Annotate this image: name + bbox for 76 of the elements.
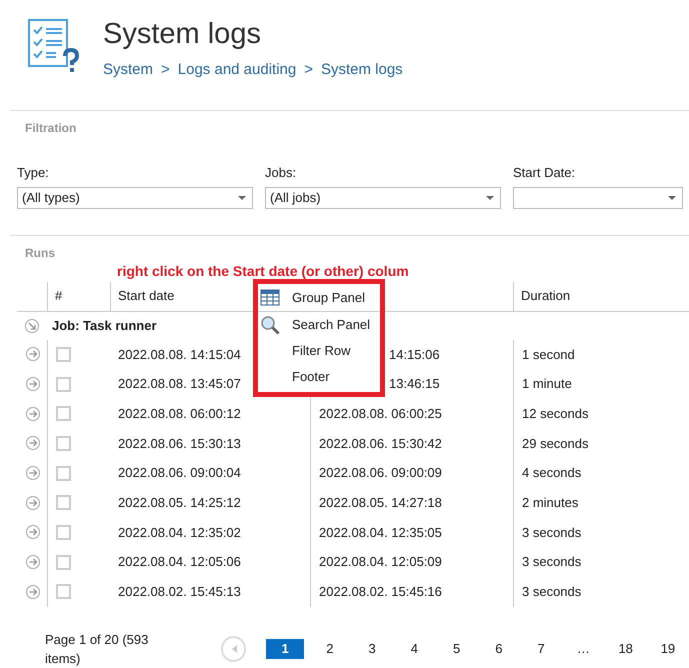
table-cell-text: 2022.08.05. 14:27:18	[319, 494, 442, 512]
checkbox[interactable]	[56, 376, 71, 392]
checklist-help-icon	[27, 18, 81, 74]
menu-item[interactable]: Footer	[258, 364, 380, 390]
checkbox[interactable]	[56, 554, 71, 570]
table-cell-text: 2022.08.05. 14:25:12	[118, 494, 241, 512]
menu-item[interactable]: Filter Row	[258, 338, 380, 364]
annotation-text: right click on the Start date (or other) colum	[116, 262, 410, 281]
checkbox[interactable]	[56, 346, 71, 362]
breadcrumb-separator: >	[161, 60, 170, 80]
table-cell-text: 4 seconds	[522, 464, 582, 482]
filter-label: Start Date:	[513, 164, 576, 182]
select-field[interactable]: (All jobs)	[265, 186, 501, 208]
page-button[interactable]: 18	[604, 639, 647, 659]
page-button[interactable]: 5	[436, 639, 478, 659]
table-cell-text: 1 second	[522, 346, 575, 364]
table-cell-text: 2022.08.08. 13:45:07	[118, 375, 241, 394]
filter-label: Jobs:	[265, 164, 298, 182]
checkbox[interactable]	[56, 524, 71, 540]
checkbox[interactable]	[56, 495, 71, 510]
table-cell-text: 14:15:06	[389, 346, 440, 364]
table-cell-text: 2022.08.04. 12:35:02	[118, 524, 241, 542]
section-title: Runs	[25, 246, 55, 260]
breadcrumb-separator: >	[304, 60, 313, 80]
grid-icon	[260, 288, 280, 308]
table-cell-text: 2022.08.08. 14:15:04	[118, 346, 241, 364]
table-cell-text: 2022.08.06. 09:00:04	[118, 464, 241, 482]
previous-page-button[interactable]	[220, 636, 246, 662]
page-title: System logs	[103, 20, 262, 49]
caret-icon	[668, 196, 676, 200]
checkbox[interactable]	[56, 584, 71, 600]
breadcrumb-link[interactable]: Logs and auditing	[178, 59, 296, 82]
table-cell-text: 3 seconds	[522, 553, 582, 572]
table-cell-text: 2022.08.04. 12:35:05	[319, 524, 442, 542]
column-header[interactable]: Duration	[513, 282, 689, 310]
table-cell-text: 3 seconds	[522, 524, 582, 542]
page-button[interactable]: 3	[351, 639, 394, 659]
select-field[interactable]	[513, 186, 683, 208]
table-cell-text: 2022.08.02. 15:45:16	[319, 583, 442, 602]
table-cell-text: 2022.08.08. 06:00:12	[118, 404, 241, 423]
page-button[interactable]: 4	[393, 639, 436, 659]
table-cell-text: 2022.08.04. 12:05:06	[118, 553, 241, 572]
page-button[interactable]: 19	[646, 639, 689, 659]
caret-icon	[486, 196, 494, 200]
table-cell-text: 2022.08.06. 09:00:09	[319, 464, 442, 482]
table-cell-text: 2022.08.04. 12:05:09	[319, 553, 442, 572]
table-cell-text: 12 seconds	[522, 404, 588, 423]
caret-icon	[238, 196, 246, 200]
checkbox[interactable]	[56, 466, 71, 481]
checkbox[interactable]	[56, 406, 71, 422]
breadcrumb-link[interactable]: System logs	[320, 59, 403, 82]
checkbox[interactable]	[56, 436, 71, 451]
table-cell-text: 2022.08.02. 15:45:13	[118, 583, 241, 602]
table-cell-text: 3 seconds	[522, 583, 582, 602]
table-cell-text: 2022.08.08. 06:00:25	[319, 404, 442, 423]
page-button[interactable]: 6	[478, 639, 520, 659]
table-cell-text: 29 seconds	[522, 434, 588, 453]
pager-summary: Page 1 of 20 (593 items)	[45, 630, 150, 668]
column-header[interactable]: #	[47, 282, 76, 310]
table-cell-text: 13:46:15	[389, 375, 440, 394]
page-button[interactable]: 1	[266, 639, 304, 659]
table-cell-text: 2 minutes	[522, 494, 578, 512]
table-cell-text: 2022.08.06. 15:30:13	[118, 434, 241, 453]
breadcrumb-link[interactable]: System	[103, 59, 154, 82]
group-title: Job: Task runner	[52, 316, 157, 335]
section-title: Filtration	[25, 121, 76, 135]
filter-label: Type:	[17, 164, 50, 182]
table-cell-text: 1 minute	[522, 375, 572, 394]
menu-item[interactable]: Search Panel	[258, 312, 380, 338]
select-field[interactable]: (All types)	[17, 186, 253, 208]
page-button[interactable]: 7	[520, 639, 562, 659]
search-icon	[260, 314, 280, 334]
page-button[interactable]: …	[562, 639, 605, 659]
page-button[interactable]: 2	[308, 639, 352, 659]
table-cell-text: 2022.08.06. 15:30:42	[319, 434, 442, 453]
collapse-icon	[24, 318, 40, 334]
